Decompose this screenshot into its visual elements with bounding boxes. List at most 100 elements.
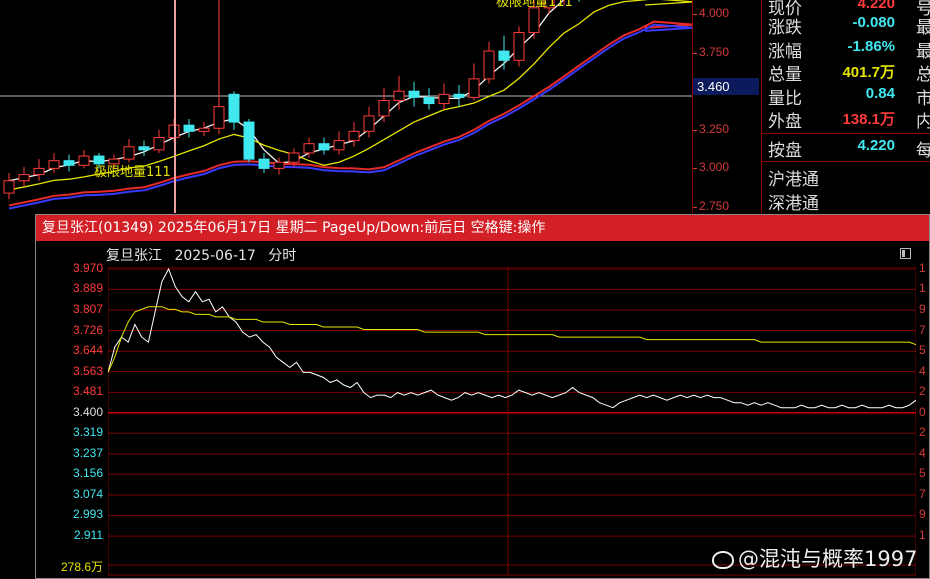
y-axis-right-label: 9: [919, 302, 926, 317]
chart-frame: [108, 267, 916, 576]
y-axis-right-label: 5: [919, 343, 926, 358]
candle-body: [273, 161, 285, 169]
quote-label: 量比: [768, 89, 802, 109]
candle-body: [468, 78, 480, 98]
y-axis-label: 3.889: [72, 281, 103, 296]
y-axis-label: 2.993: [72, 507, 103, 522]
price-tick-mark: [693, 14, 697, 15]
quote-value: 401.7万: [842, 64, 895, 81]
quote-value: 4.220: [857, 0, 895, 12]
y-axis-label: 3.563: [72, 363, 103, 378]
moving-average-line: [8, 0, 565, 182]
y-axis-label: 3.074: [72, 486, 103, 501]
candle-body: [33, 167, 45, 176]
y-axis-label: 3.726: [72, 322, 103, 337]
candle-body: [513, 32, 525, 61]
candle-body: [198, 127, 210, 132]
quote-row: 涨跌 -0.080 最: [768, 13, 930, 38]
candle-body: [288, 152, 300, 163]
price-tick: 2.750: [699, 199, 730, 213]
quote-label: 沪港通: [768, 170, 819, 190]
candle-body: [303, 143, 315, 154]
candle-body: [48, 160, 60, 169]
stock-name: 复旦张江: [106, 248, 162, 264]
intraday-popup[interactable]: 复旦张江(01349) 2025年06月17日 星期二 PageUp/Down:…: [35, 214, 930, 579]
y-axis-right-label: 1: [919, 281, 926, 296]
y-axis-label: 3.807: [72, 302, 103, 317]
quote-right-label: 每: [916, 141, 930, 161]
candle-body: [258, 158, 270, 169]
quote-label: 涨幅: [768, 42, 802, 62]
y-axis-right-label: 2: [919, 384, 926, 399]
candle-body: [333, 140, 345, 151]
quote-row: 总量 401.7万 总: [768, 60, 930, 85]
quote-row: 涨幅 -1.86% 最: [768, 37, 930, 62]
watermark: @混沌与概率1997: [712, 543, 917, 573]
popup-title[interactable]: 复旦张江(01349) 2025年06月17日 星期二 PageUp/Down:…: [36, 215, 929, 241]
candle-body: [318, 143, 330, 151]
price-tick: 3.250: [699, 122, 730, 136]
y-axis-right-label: 2: [919, 425, 926, 440]
quote-label: 总量: [768, 65, 802, 85]
candle-body: [123, 146, 135, 160]
candle-body: [3, 180, 15, 194]
quote-label: 按盘: [768, 141, 802, 161]
quote-row: 外盘 138.1万 内: [768, 107, 930, 132]
candle-body: [348, 130, 360, 142]
weibo-icon: [712, 551, 734, 569]
y-axis-right-label: 7: [919, 322, 926, 337]
price-tick-mark: [693, 207, 697, 208]
y-axis-right-label: 5: [919, 466, 926, 481]
price-tick: 3.000: [699, 160, 730, 174]
quote-right-label: 最: [916, 18, 930, 38]
candle-body: [183, 124, 195, 132]
toggle-panel-icon[interactable]: [900, 248, 911, 259]
y-axis-right-label: 0: [919, 404, 926, 419]
candle-body: [243, 121, 255, 160]
average-price-line: [108, 306, 916, 373]
candle-body: [453, 93, 465, 98]
candle-body: [78, 155, 90, 166]
quote-right-label: 最: [916, 42, 930, 62]
candle-body: [93, 155, 105, 165]
quote-row: 沪港通: [768, 165, 930, 190]
quote-separator: [762, 161, 930, 162]
y-axis-right-label: 1: [919, 528, 926, 543]
quote-label: 深港通: [768, 194, 819, 214]
watermark-text: @混沌与概率1997: [738, 547, 918, 571]
volume-signal-label: 极限地量111: [94, 165, 171, 180]
y-axis-right-label: 4: [919, 363, 926, 378]
volume-axis-label: 278.6万: [60, 560, 103, 574]
candle-body: [483, 50, 495, 80]
candle-body: [378, 99, 390, 117]
candle-body: [18, 174, 30, 182]
y-axis-right-label: 9: [919, 507, 926, 522]
quote-right-label: 总: [916, 65, 930, 85]
candle-body: [153, 137, 165, 151]
chart-date: 2025-06-17: [174, 248, 256, 264]
candle-body: [393, 90, 405, 101]
y-axis-label: 3.156: [72, 466, 103, 481]
y-axis-right-label: 1: [919, 261, 926, 275]
y-axis-label: 3.644: [72, 343, 103, 358]
y-axis-label: 3.400: [72, 404, 103, 419]
candle-body: [408, 90, 420, 98]
candle-body: [228, 93, 240, 123]
candle-body: [423, 96, 435, 105]
limit-marker-line: [174, 0, 176, 213]
price-tick: 4.000: [699, 6, 730, 20]
quote-row: 量比 0.84 市: [768, 84, 930, 109]
y-axis-right-label: 7: [919, 486, 926, 501]
price-tick-mark: [693, 53, 697, 54]
quote-right-label: 内: [916, 112, 930, 132]
price-tick: 3.750: [699, 45, 730, 59]
quote-value: 138.1万: [842, 111, 895, 128]
y-axis-label: 3.237: [72, 445, 103, 460]
candle-body: [498, 50, 510, 61]
candle-body: [138, 146, 150, 151]
quote-label: 外盘: [768, 112, 802, 132]
y-axis-label: 3.970: [72, 261, 103, 275]
quote-separator: [762, 133, 930, 134]
candle-body: [213, 106, 225, 129]
quote-value: -0.080: [852, 14, 895, 31]
